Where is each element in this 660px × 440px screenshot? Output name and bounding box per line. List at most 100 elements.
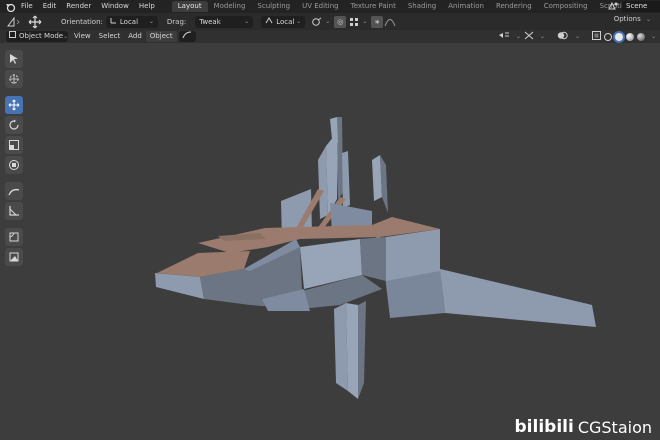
proportional-toggle-icon[interactable]: ∗ bbox=[371, 15, 384, 28]
move-icon bbox=[8, 99, 20, 111]
tab-layout[interactable]: Layout bbox=[171, 1, 208, 12]
tab-rendering[interactable]: Rendering bbox=[490, 1, 538, 12]
mode-dropdown[interactable]: Object Mode ⌄ bbox=[6, 31, 68, 42]
drag-dropdown[interactable]: Tweak ⌄ bbox=[195, 15, 254, 28]
orientation-label: Orientation: bbox=[61, 17, 103, 26]
falloff-icon[interactable] bbox=[384, 17, 396, 27]
tool-transform[interactable] bbox=[5, 156, 23, 174]
object-mode-icon bbox=[9, 31, 16, 42]
tool-add-plane[interactable] bbox=[5, 248, 23, 266]
tab-sculpting[interactable]: Sculpting bbox=[251, 1, 296, 12]
tool-measure[interactable] bbox=[5, 202, 23, 220]
move-gizmo-icon[interactable] bbox=[28, 15, 42, 29]
tool-settings-bar: Orientation: Local ⌄ Drag: Tweak ⌄ Local… bbox=[0, 13, 660, 30]
tool-move[interactable] bbox=[5, 96, 23, 114]
chevron-down-icon: ⌄ bbox=[63, 33, 69, 40]
options-label: Options bbox=[613, 15, 641, 23]
add-plane-icon bbox=[9, 252, 19, 262]
solid-shading-icon[interactable] bbox=[614, 32, 623, 41]
cursor-arrow-icon bbox=[10, 54, 18, 64]
right-wing-face[interactable] bbox=[440, 269, 596, 327]
rotate-icon bbox=[9, 119, 19, 130]
view-menu[interactable]: View bbox=[70, 31, 95, 42]
tab-texture-paint[interactable]: Texture Paint bbox=[345, 1, 402, 12]
xray-icon[interactable] bbox=[591, 31, 601, 42]
object-menu[interactable]: Object bbox=[145, 31, 177, 42]
gizmo-toggle-dropdown[interactable] bbox=[178, 31, 196, 43]
rendered-shading-icon[interactable] bbox=[636, 32, 645, 41]
visibility-icon[interactable] bbox=[498, 31, 510, 42]
scene-mesh[interactable] bbox=[0, 43, 660, 440]
orientation-dropdown[interactable]: Local ⌄ bbox=[105, 15, 158, 28]
transform-tool-icon[interactable] bbox=[6, 16, 22, 28]
pivot-icon bbox=[265, 16, 273, 28]
orientation-icon bbox=[110, 16, 117, 28]
menu-file[interactable]: File bbox=[16, 0, 38, 13]
scene-icon bbox=[607, 1, 619, 13]
measure-icon bbox=[9, 206, 19, 216]
chevron-down-icon: ⌄ bbox=[148, 17, 154, 25]
tab-animation[interactable]: Animation bbox=[442, 1, 490, 12]
tool-annotate[interactable] bbox=[5, 182, 23, 200]
add-menu[interactable]: Add bbox=[124, 31, 146, 42]
chevron-down-icon[interactable]: ⌄ bbox=[575, 33, 580, 40]
chevron-down-icon[interactable]: ⌄ bbox=[516, 33, 521, 40]
pivot-value: Local bbox=[276, 17, 295, 26]
chevron-down-icon[interactable]: ⌄ bbox=[651, 33, 656, 40]
watermark-studio: CGStaion bbox=[577, 417, 652, 437]
menu-edit[interactable]: Edit bbox=[38, 0, 62, 13]
spire-tall[interactable] bbox=[330, 117, 338, 143]
3d-cursor-icon bbox=[9, 74, 19, 84]
top-menu-bar: File Edit Render Window Help Layout Mode… bbox=[0, 0, 660, 13]
tab-shading[interactable]: Shading bbox=[402, 1, 442, 12]
add-cube-icon bbox=[9, 232, 19, 242]
wireframe-shading-icon[interactable] bbox=[603, 32, 612, 41]
tool-cursor[interactable] bbox=[5, 70, 23, 88]
snap-icon[interactable] bbox=[311, 17, 322, 27]
tool-add-cube[interactable] bbox=[5, 228, 23, 246]
menu-window[interactable]: Window bbox=[96, 0, 134, 13]
scale-icon bbox=[9, 140, 19, 150]
tab-compositing[interactable]: Compositing bbox=[538, 1, 594, 12]
tab-modeling[interactable]: Modeling bbox=[208, 1, 252, 12]
chevron-down-icon: ⌄ bbox=[296, 17, 302, 25]
chevron-down-icon[interactable]: ⌄ bbox=[540, 33, 545, 40]
mode-value: Object Mode bbox=[19, 32, 64, 40]
options-button[interactable]: Options ⌄ bbox=[611, 15, 654, 23]
tool-tweak[interactable] bbox=[5, 50, 23, 68]
viewport-header-right: ⌄ ⌄ ⌄ ⌄ bbox=[498, 31, 656, 42]
curve-icon bbox=[182, 31, 192, 43]
scene-selector[interactable]: Scene bbox=[607, 0, 660, 13]
blender-logo-icon[interactable] bbox=[4, 2, 16, 12]
scene-name[interactable]: Scene bbox=[622, 1, 660, 12]
annotate-icon bbox=[8, 188, 20, 196]
chevron-down-icon: ⌄ bbox=[244, 17, 250, 25]
watermark-brand: bilibili bbox=[514, 417, 574, 437]
proportional-edit-icon[interactable]: ◎ bbox=[334, 15, 347, 28]
orientation-value: Local bbox=[119, 17, 139, 26]
chevron-down-icon[interactable]: ⌄ bbox=[362, 18, 367, 25]
menu-help[interactable]: Help bbox=[134, 0, 160, 13]
drag-label: Drag: bbox=[166, 17, 187, 26]
deck-right-side[interactable] bbox=[360, 237, 386, 281]
tool-shelf bbox=[5, 50, 23, 268]
gizmo-icon[interactable] bbox=[524, 31, 534, 42]
material-shading-icon[interactable] bbox=[625, 32, 634, 41]
keel-shadow[interactable] bbox=[358, 301, 366, 399]
snap-target-icon[interactable] bbox=[349, 17, 359, 27]
drag-value: Tweak bbox=[199, 17, 221, 26]
tool-scale[interactable] bbox=[5, 136, 23, 154]
viewport-header: Object Mode ⌄ View Select Add Object ⌄ ⌄… bbox=[0, 30, 660, 43]
deck-front-left[interactable] bbox=[155, 273, 204, 299]
keel-left[interactable] bbox=[334, 303, 348, 391]
3d-viewport[interactable]: bilibili CGStaion bbox=[0, 43, 660, 440]
chevron-down-icon[interactable]: ⌄ bbox=[325, 18, 330, 25]
watermark: bilibili CGStaion bbox=[515, 417, 653, 437]
select-menu[interactable]: Select bbox=[95, 31, 125, 42]
pivot-dropdown[interactable]: Local ⌄ bbox=[261, 15, 306, 28]
tool-rotate[interactable] bbox=[5, 116, 23, 134]
menu-render[interactable]: Render bbox=[61, 0, 96, 13]
tab-uv-editing[interactable]: UV Editing bbox=[296, 1, 345, 12]
chevron-down-icon: ⌄ bbox=[645, 16, 651, 23]
overlay-icon[interactable] bbox=[557, 31, 569, 42]
